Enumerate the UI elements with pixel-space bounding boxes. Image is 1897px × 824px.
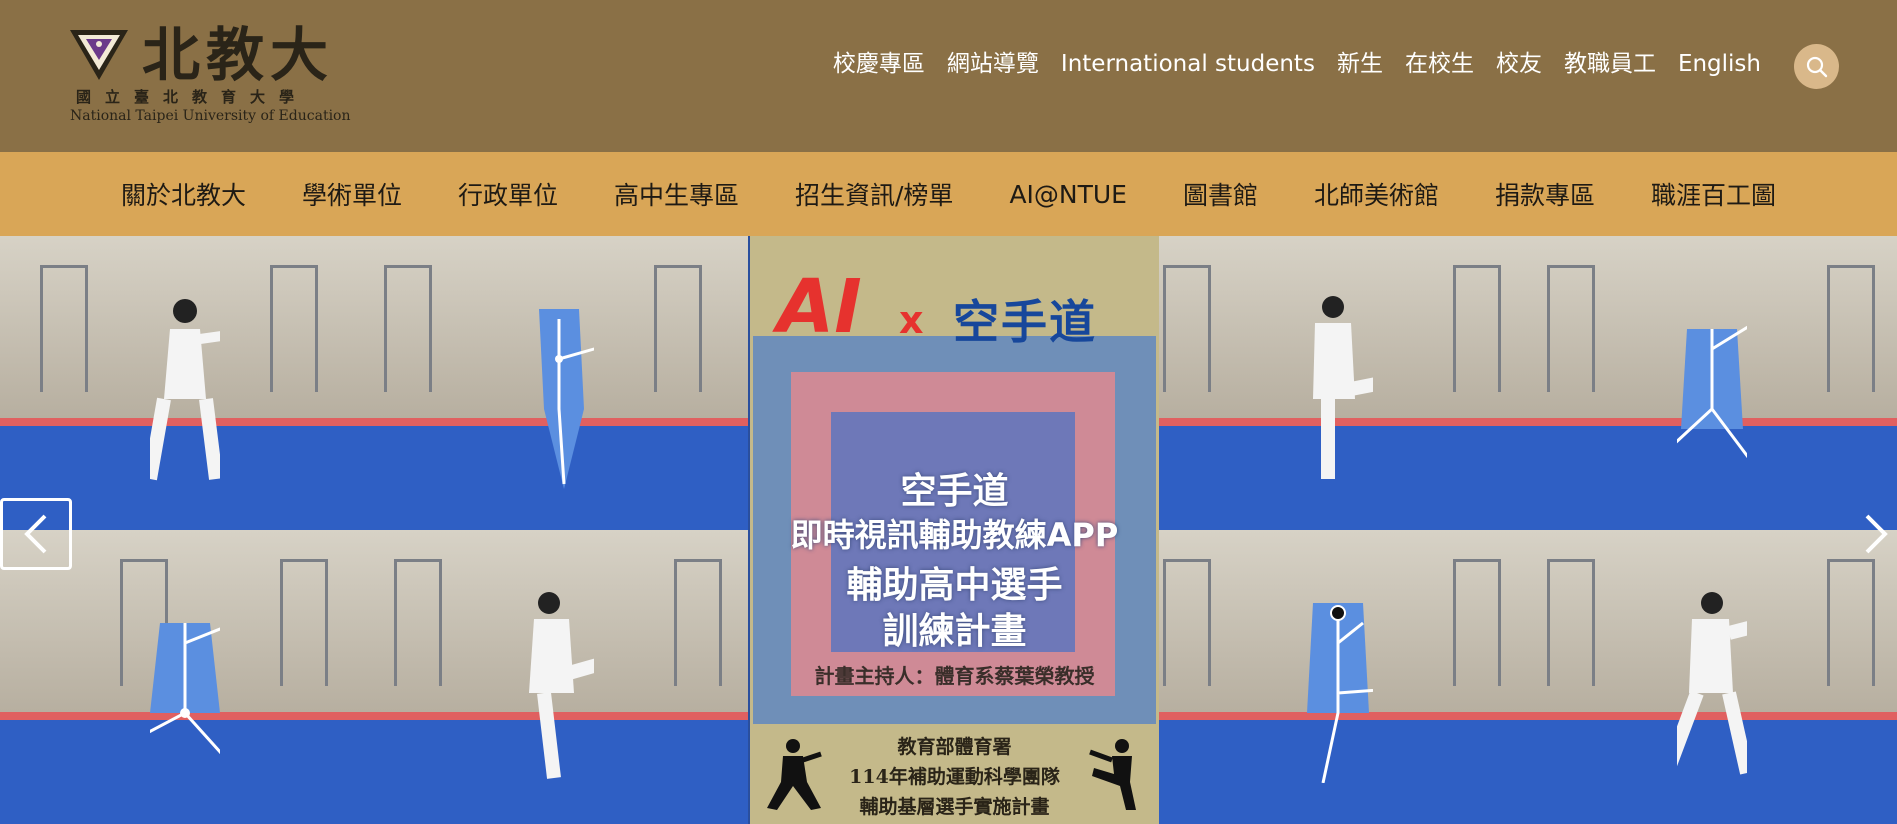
nav-ai-ntue[interactable]: AI@NTUE xyxy=(1009,180,1127,209)
site-header: 北教大 國立臺北教育大學 National Taipei University … xyxy=(0,0,1897,152)
banner-title-x: x xyxy=(899,298,924,342)
util-link-english[interactable]: English xyxy=(1678,46,1761,82)
nav-academic-units[interactable]: 學術單位 xyxy=(302,176,402,212)
util-link-staff[interactable]: 教職員工 xyxy=(1564,46,1656,82)
main-nav: 關於北教大 學術單位 行政單位 高中生專區 招生資訊/榜單 AI@NTUE 圖書… xyxy=(0,152,1897,236)
banner-line-2: 即時視訊輔助教練APP xyxy=(790,516,1119,554)
hero-carousel: AI x 空手道 空手道 即時視訊輔助教練APP 輔助高中選手 訓練計畫 計畫主… xyxy=(0,236,1897,824)
util-link-sitemap[interactable]: 網站導覽 xyxy=(947,46,1039,82)
nav-admin-units[interactable]: 行政單位 xyxy=(458,176,558,212)
nav-career[interactable]: 職涯百工圖 xyxy=(1651,176,1776,212)
university-emblem-icon xyxy=(70,30,128,80)
promo-banner[interactable]: AI x 空手道 空手道 即時視訊輔助教練APP 輔助高中選手 訓練計畫 計畫主… xyxy=(750,236,1159,824)
carousel-prev-button[interactable] xyxy=(0,498,72,570)
logo-subtitle: 國立臺北教育大學 xyxy=(76,88,309,106)
search-icon xyxy=(1806,56,1827,77)
search-button[interactable] xyxy=(1794,44,1839,89)
karate-photo xyxy=(1153,236,1527,530)
nav-museum[interactable]: 北師美術館 xyxy=(1314,176,1439,212)
banner-title-karate: 空手道 xyxy=(953,295,1097,349)
pose-estimation-photo xyxy=(0,530,374,824)
banner-title-ai: AI xyxy=(777,264,862,350)
nav-admissions[interactable]: 招生資訊/榜單 xyxy=(795,176,953,212)
nav-donation[interactable]: 捐款專區 xyxy=(1495,176,1595,212)
pose-estimation-photo xyxy=(1153,530,1527,824)
utility-nav: 校慶專區 網站導覽 International students 新生 在校生 … xyxy=(833,46,1761,82)
util-link-alumni[interactable]: 校友 xyxy=(1496,46,1542,82)
banner-host: 計畫主持人：體育系蔡葉榮教授 xyxy=(814,664,1095,688)
nav-high-school[interactable]: 高中生專區 xyxy=(614,176,739,212)
nav-library[interactable]: 圖書館 xyxy=(1183,176,1258,212)
karate-photo xyxy=(1527,530,1897,824)
karate-photo xyxy=(374,530,748,824)
util-link-students[interactable]: 在校生 xyxy=(1405,46,1474,82)
util-link-international[interactable]: International students xyxy=(1061,46,1315,82)
banner-footer-line-3: 輔助基層選手實施計畫 xyxy=(859,796,1050,818)
banner-footer-line-2: 114年補助運動科學團隊 xyxy=(849,766,1060,788)
banner-line-4: 訓練計畫 xyxy=(882,611,1027,652)
university-logo[interactable]: 北教大 國立臺北教育大學 National Taipei University … xyxy=(68,20,358,130)
carousel-next-button[interactable] xyxy=(1840,498,1897,570)
chevron-left-icon xyxy=(24,514,47,554)
pose-estimation-photo xyxy=(374,236,748,530)
chevron-right-icon xyxy=(1865,514,1888,554)
util-link-freshmen[interactable]: 新生 xyxy=(1337,46,1383,82)
logo-name: 北教大 xyxy=(142,21,335,89)
pose-estimation-photo xyxy=(1527,236,1897,530)
banner-footer-line-1: 教育部體育署 xyxy=(897,736,1012,758)
banner-line-1: 空手道 xyxy=(900,471,1009,512)
banner-footer: 教育部體育署 114年補助運動科學團隊 輔助基層選手實施計畫 xyxy=(753,724,1156,824)
util-link-anniversary[interactable]: 校慶專區 xyxy=(833,46,925,82)
banner-line-3: 輔助高中選手 xyxy=(846,565,1063,606)
nav-about[interactable]: 關於北教大 xyxy=(121,176,246,212)
logo-english-name: National Taipei University of Education xyxy=(70,108,351,124)
karate-photo xyxy=(0,236,374,530)
